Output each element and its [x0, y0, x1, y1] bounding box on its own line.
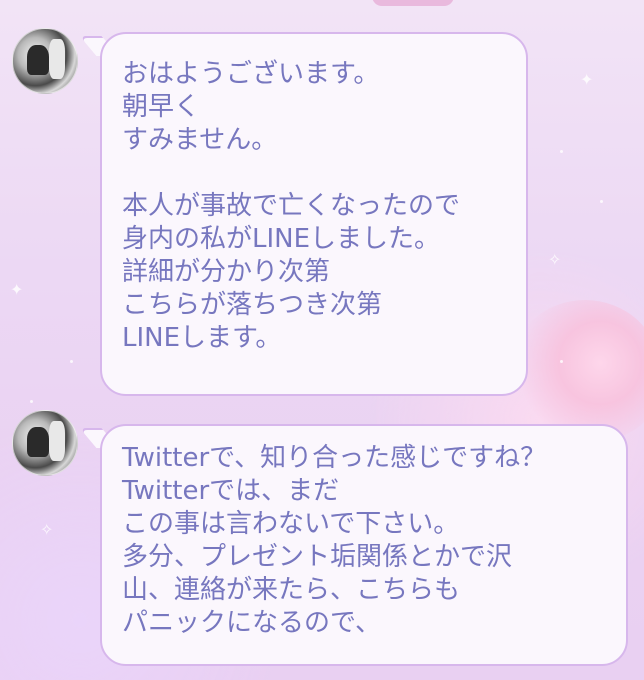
message-line: すみません。	[122, 125, 278, 155]
message-line: LINEします。	[122, 323, 282, 353]
message-bubble[interactable]: おはようございます。 朝早く すみません。 本人が事故で亡くなったので 身内の私…	[100, 32, 528, 396]
sparkle-icon: ✦	[580, 70, 594, 89]
sender-avatar[interactable]	[12, 410, 78, 476]
sparkle-dot	[600, 200, 603, 203]
message-line: パニックになるので、	[122, 608, 381, 638]
sender-avatar[interactable]	[12, 28, 78, 94]
sparkle-icon: ✧	[548, 250, 562, 269]
sparkle-dot	[70, 360, 73, 363]
sparkle-dot	[30, 400, 33, 403]
message-line: 山、連絡が来たら、こちらも	[122, 575, 461, 605]
message-bubble[interactable]: Twitterで、知り合った感じですね？ Twitterでは、まだ この事は言わ…	[100, 424, 628, 666]
sparkle-dot	[560, 360, 563, 363]
message-line: 朝早く	[122, 92, 201, 122]
message-line: 本人が事故で亡くなったので	[122, 191, 461, 221]
message-line: こちらが落ちつき次第	[122, 290, 383, 320]
message-line: Twitterでは、まだ	[122, 476, 340, 506]
message-line: 身内の私がLINEしました。	[122, 224, 441, 254]
message-line: この事は言わないで下さい。	[122, 509, 460, 539]
background-character-art	[510, 300, 644, 440]
sparkle-icon: ✦	[10, 280, 24, 299]
previous-message-bubble[interactable]	[372, 0, 454, 6]
message-line: Twitterで、知り合った感じですね？	[122, 443, 547, 473]
message-line: 多分、プレゼント垢関係とかで沢	[122, 542, 513, 572]
message-line: おはようございます。	[122, 59, 380, 89]
sparkle-icon: ✧	[40, 520, 54, 539]
message-line: 詳細が分かり次第	[122, 257, 331, 287]
sparkle-dot	[560, 150, 563, 153]
